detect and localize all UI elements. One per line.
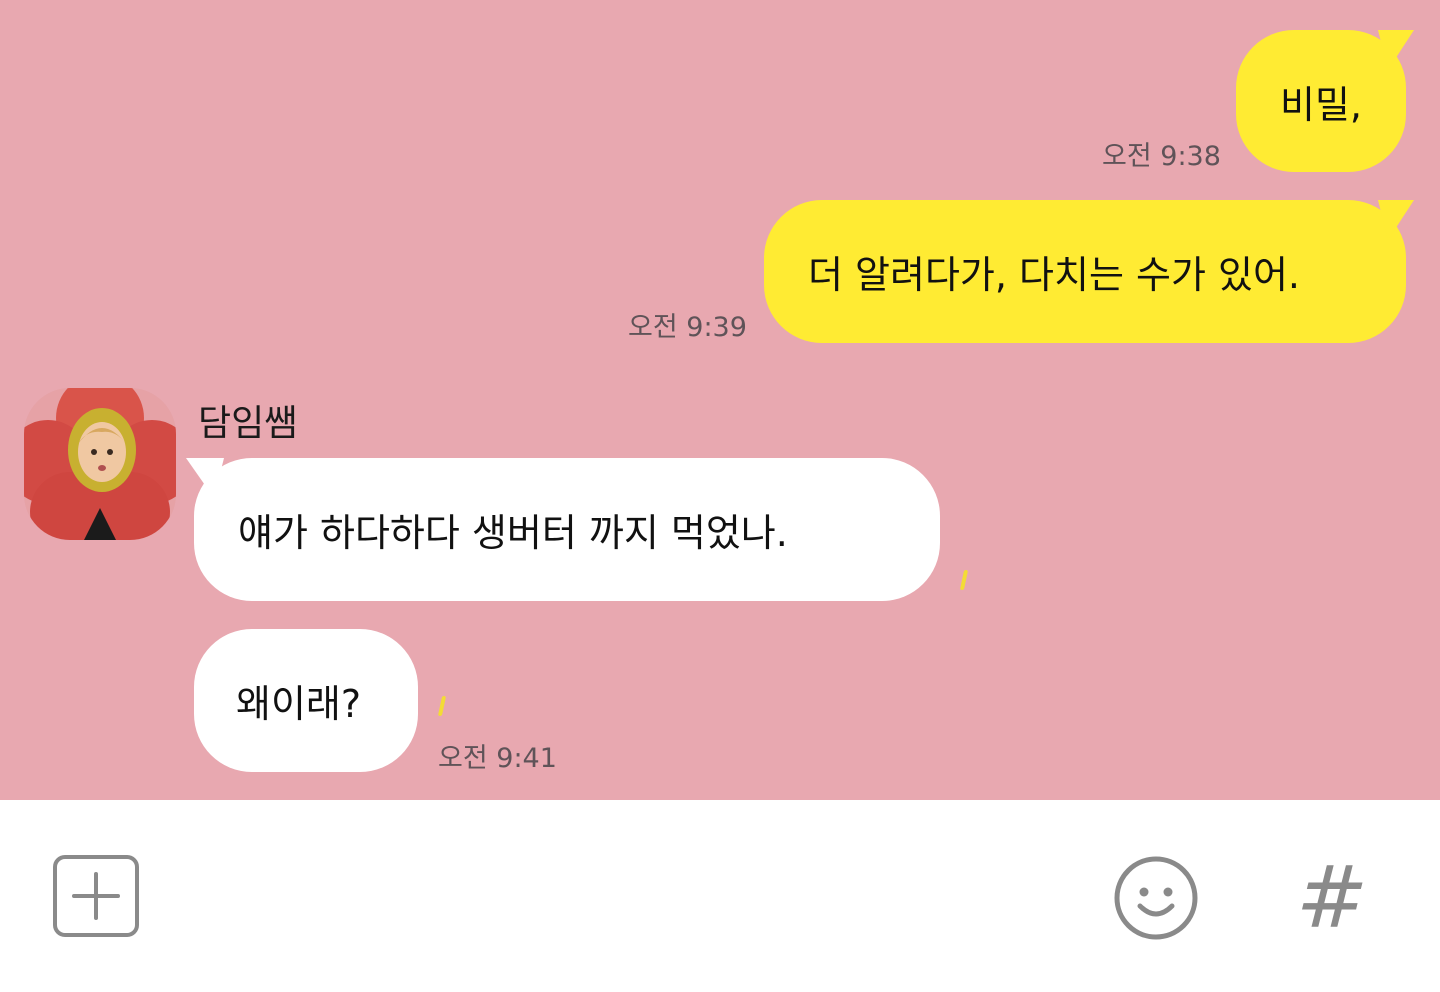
sender-name: 담임쌤 bbox=[198, 403, 298, 444]
hashtag-button[interactable]: # bbox=[1296, 854, 1368, 942]
message-text: 왜이래? bbox=[236, 682, 362, 726]
bubble-tail bbox=[1378, 200, 1414, 240]
avatar[interactable] bbox=[24, 388, 176, 540]
unread-marker bbox=[437, 696, 447, 716]
message-text: 더 알려다가, 다치는 수가 있어. bbox=[808, 253, 1300, 297]
add-attachment-button[interactable] bbox=[52, 854, 140, 938]
their-message-bubble[interactable]: 얘가 하다하다 생버터 까지 먹었나. bbox=[194, 458, 940, 601]
message-time: 오전 9:39 bbox=[628, 312, 747, 343]
my-message-bubble[interactable]: 더 알려다가, 다치는 수가 있어. bbox=[764, 200, 1406, 343]
emoji-smile-icon bbox=[1114, 856, 1198, 940]
their-message-bubble[interactable]: 왜이래? bbox=[194, 629, 418, 772]
message-time: 오전 9:41 bbox=[438, 743, 557, 774]
message-text: 얘가 하다하다 생버터 까지 먹었나. bbox=[238, 511, 788, 555]
chat-area: 비밀, 오전 9:38 더 알려다가, 다치는 수가 있어. 오전 9:39 담… bbox=[0, 0, 1440, 800]
message-time: 오전 9:38 bbox=[1102, 141, 1221, 172]
flower-avatar-image bbox=[24, 388, 176, 540]
plus-square-icon bbox=[53, 855, 139, 937]
hashtag-icon: # bbox=[1296, 848, 1369, 948]
message-text: 비밀, bbox=[1280, 82, 1362, 127]
bubble-tail bbox=[1378, 30, 1414, 70]
unread-marker bbox=[959, 570, 969, 590]
emoji-button[interactable] bbox=[1112, 854, 1200, 942]
input-bar: # bbox=[0, 800, 1440, 992]
